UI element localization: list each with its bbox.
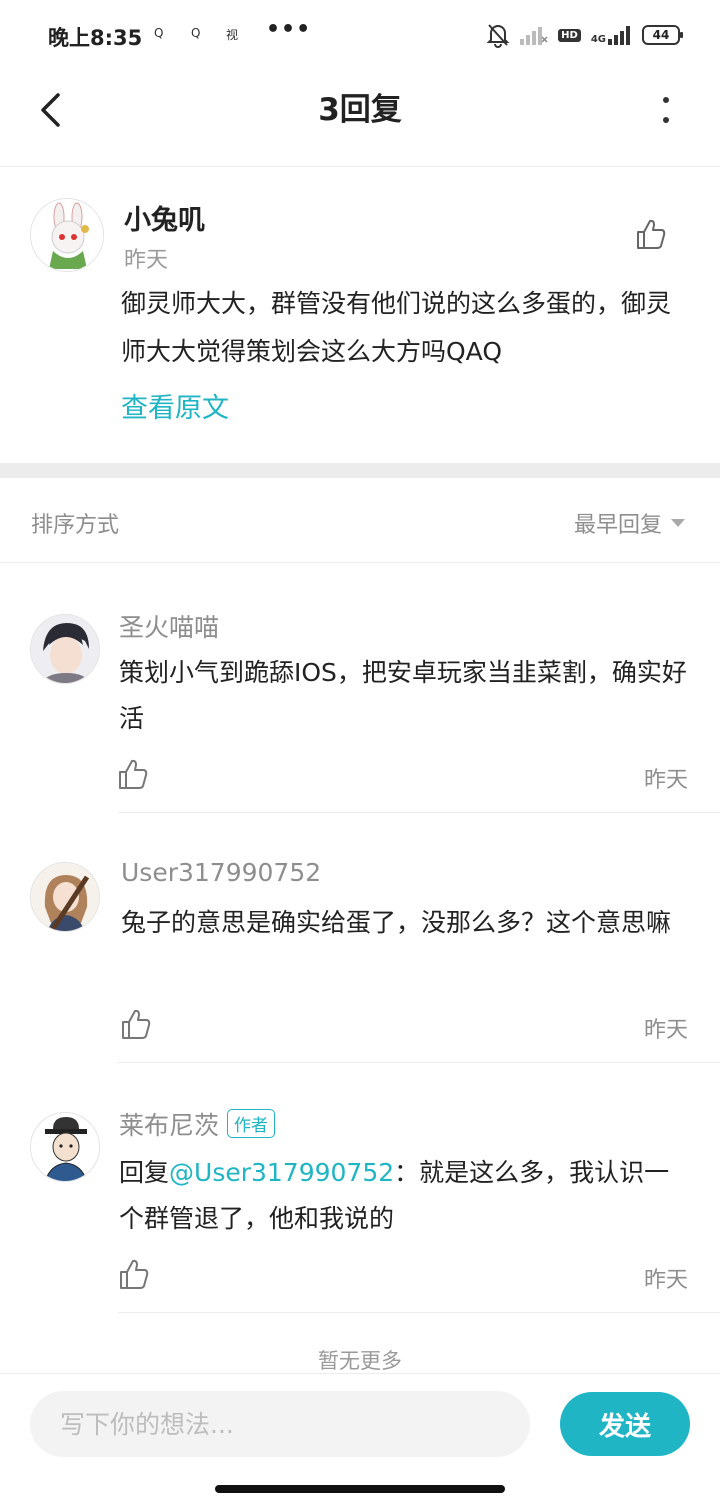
- sort-value: 最早回复: [573, 513, 662, 538]
- sort-dropdown[interactable]: 最早回复: [574, 507, 686, 539]
- reply-prefix: 回复: [119, 1158, 170, 1187]
- comment-time: 昨天: [124, 248, 169, 273]
- reply-author[interactable]: User317990752: [121, 858, 321, 887]
- hd-badge: HD: [558, 28, 581, 42]
- list-item: User317990752 兔子的意思是确实给蛋了，没那么多？这个意思嘛 昨天: [0, 840, 720, 1064]
- vertical-dots-icon: [663, 97, 669, 123]
- system-icons: HD 4G 44: [486, 22, 683, 48]
- signal-bars-icon: [608, 26, 630, 45]
- reply-author[interactable]: 莱布尼茨: [119, 1111, 219, 1140]
- thumbs-up-icon: [119, 759, 148, 789]
- avatar[interactable]: [30, 1112, 100, 1182]
- notification-app-icon: 视: [226, 28, 239, 42]
- avatar[interactable]: [30, 198, 104, 272]
- bunny-avatar-icon: [31, 199, 103, 271]
- reply-text: 兔子的意思是确实给蛋了，没那么多？这个意思嘛: [121, 908, 672, 937]
- chevron-left-icon: [41, 93, 60, 127]
- reply-text: 策划小气到跪舔IOS，把安卓玩家当韭菜割，确实好活: [119, 658, 687, 733]
- status-bar: 晚上8:35 Q Q 视 ••• HD 4G 44: [0, 0, 720, 72]
- reply-divider: [118, 812, 720, 813]
- sort-divider: [0, 562, 720, 563]
- notification-app-icon: Q: [191, 26, 201, 40]
- reply-divider: [118, 1062, 720, 1063]
- reply-divider: [118, 1312, 720, 1313]
- view-original-link[interactable]: 查看原文: [121, 386, 229, 425]
- thumbs-up-icon: [120, 1259, 149, 1289]
- avatar[interactable]: [30, 614, 100, 684]
- reply-author[interactable]: 圣火喵喵: [119, 608, 219, 644]
- thumbs-up-icon: [122, 1009, 151, 1039]
- like-button[interactable]: [121, 1008, 153, 1042]
- reply-time: 昨天: [643, 1268, 688, 1293]
- no-more-text: 暂无更多: [318, 1349, 402, 1373]
- list-item: 圣火喵喵 策划小气到跪舔IOS，把安卓玩家当韭菜割，确实好活 昨天: [0, 590, 720, 814]
- anime-boy-avatar-icon: [31, 615, 99, 683]
- header-divider: [0, 166, 720, 167]
- comment-text: 御灵师大大，群管没有他们说的这么多蛋的，御灵师大大觉得策划会这么大方吗QAQ: [121, 289, 672, 366]
- signal-icon: [520, 27, 548, 45]
- send-button[interactable]: 发送: [560, 1392, 690, 1456]
- back-button[interactable]: [30, 90, 70, 130]
- like-button[interactable]: [119, 1258, 151, 1292]
- author-badge: 作者: [227, 1109, 276, 1138]
- girl-with-rifle-avatar-icon: [31, 863, 99, 931]
- section-separator: [0, 463, 720, 478]
- bell-muted-icon: [486, 24, 510, 48]
- thumbs-up-icon: [637, 219, 666, 249]
- more-notifications-icon: •••: [266, 17, 312, 42]
- sort-label: 排序方式: [31, 513, 120, 538]
- mobile-signal: 4G: [591, 25, 632, 45]
- reply-time: 昨天: [643, 1018, 688, 1043]
- like-button[interactable]: [118, 758, 150, 792]
- list-item: 莱布尼茨 作者 回复@User317990752：就是这么多，我认识一个群管退了，…: [0, 1090, 720, 1314]
- reply-time: 昨天: [643, 768, 688, 793]
- scholar-avatar-icon: [31, 1113, 99, 1181]
- page-title: 3回复: [318, 92, 402, 128]
- reply-author-row: 莱布尼茨 作者: [119, 1106, 276, 1142]
- battery-icon: 44: [642, 25, 683, 45]
- status-time: 晚上8:35: [48, 26, 143, 50]
- mention-link[interactable]: @User317990752: [169, 1158, 394, 1187]
- network-type: 4G: [590, 34, 606, 45]
- notification-app-icon: Q: [154, 26, 164, 40]
- like-button[interactable]: [636, 218, 672, 254]
- comment-author[interactable]: 小兔叽: [124, 198, 205, 237]
- home-indicator[interactable]: [215, 1485, 505, 1493]
- reply-text: 回复@User317990752：就是这么多，我认识一个群管退了，他和我说的: [119, 1150, 694, 1242]
- avatar[interactable]: [30, 862, 100, 932]
- caret-down-icon: [671, 519, 685, 527]
- comment-input[interactable]: [30, 1391, 530, 1457]
- more-options-button[interactable]: [650, 90, 682, 130]
